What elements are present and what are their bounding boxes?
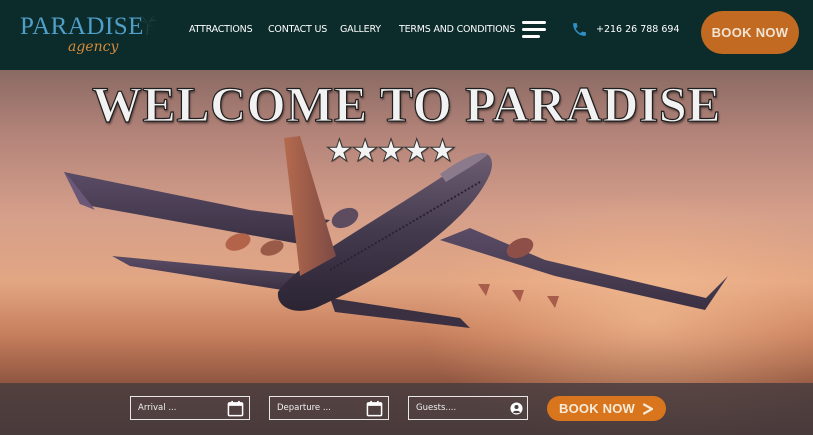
arrival-field[interactable] (130, 396, 250, 420)
phone-number[interactable]: +216 26 788 694 (596, 23, 680, 37)
departure-input[interactable] (270, 397, 360, 419)
brand-tagline: agency (68, 39, 119, 55)
site-header: PARADISE agency ATTRACTIONS CONTACT US G… (0, 0, 813, 70)
calendar-icon[interactable] (227, 400, 244, 417)
book-now-submit-button[interactable]: BOOK NOW (547, 396, 666, 421)
arrival-input[interactable] (131, 397, 221, 419)
hero-title: WELCOME TO PARADISE (91, 75, 722, 132)
book-now-submit-label: BOOK NOW (559, 401, 635, 416)
hero-banner: WELCOME TO PARADISE ★★★★★ (0, 70, 813, 435)
calendar-icon[interactable] (366, 400, 383, 417)
nav-terms-and-conditions[interactable]: TERMS AND CONDITIONS (399, 23, 515, 37)
star-rating: ★★★★★ (325, 133, 457, 169)
phone-icon (573, 23, 586, 36)
brand-logo[interactable]: PARADISE agency (20, 12, 160, 60)
palm-tree-icon (137, 16, 157, 36)
user-circle-icon (510, 402, 523, 415)
guests-input[interactable] (409, 397, 499, 419)
chevron-right-icon (642, 402, 654, 415)
nav-gallery[interactable]: GALLERY (340, 23, 381, 37)
guests-field[interactable] (408, 396, 528, 420)
hamburger-icon[interactable] (522, 21, 546, 39)
book-now-header-button[interactable]: BOOK NOW (701, 11, 799, 54)
nav-attractions[interactable]: ATTRACTIONS (189, 23, 253, 37)
brand-name: PARADISE (20, 13, 144, 40)
booking-bar (0, 383, 813, 435)
departure-field[interactable] (269, 396, 389, 420)
nav-contact-us[interactable]: CONTACT US (268, 23, 327, 37)
